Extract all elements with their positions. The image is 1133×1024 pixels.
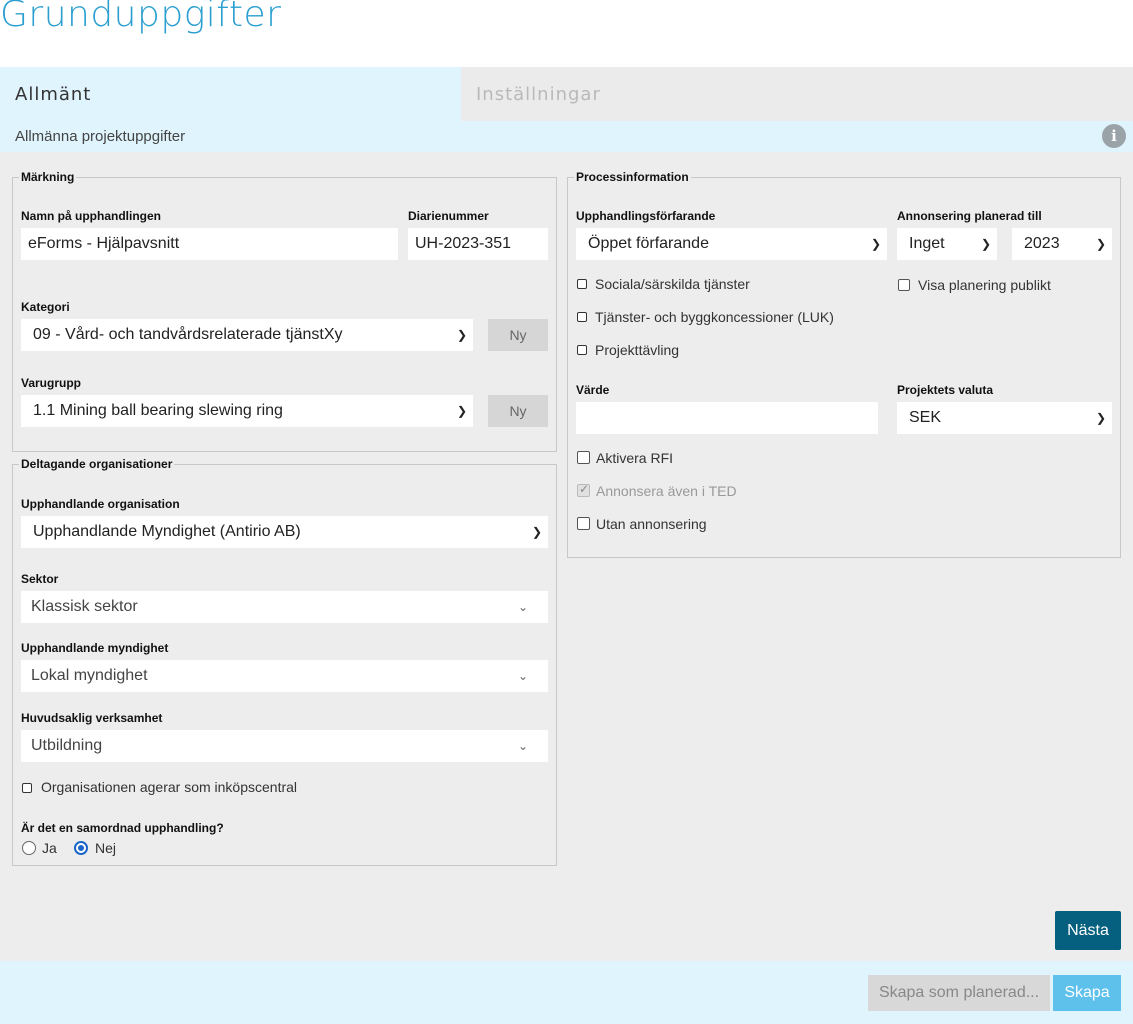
chevron-down-icon: ⌄: [517, 600, 528, 614]
category-select-value: 09 - Vård- och tandvårdsrelaterade tjäns…: [33, 326, 343, 343]
announcement-period-value: Inget: [909, 235, 945, 252]
procurement-name-input[interactable]: eForms - Hjälpavsnitt: [21, 228, 398, 260]
organisations-legend: Deltagande organisationer: [19, 457, 175, 471]
create-as-planned-button[interactable]: Skapa som planerad...: [868, 975, 1050, 1011]
category-label: Kategori: [21, 300, 70, 314]
coordinated-no-label: Nej: [95, 840, 117, 856]
goods-group-select-value: 1.1 Mining ball bearing slewing ring: [33, 402, 283, 419]
procedure-select[interactable]: Öppet förfarande ❯: [576, 228, 887, 260]
chevron-down-icon: ❯: [456, 328, 467, 342]
procedure-value: Öppet förfarande: [588, 235, 709, 252]
procedure-label: Upphandlingsförfarande: [576, 209, 716, 223]
contracting-org-value: Upphandlande Myndighet (Antirio AB): [33, 523, 301, 540]
goods-group-select[interactable]: 1.1 Mining ball bearing slewing ring ❯: [21, 395, 473, 427]
value-label: Värde: [576, 383, 610, 397]
activate-rfi-checkbox[interactable]: [577, 451, 590, 464]
central-purchasing-checkbox[interactable]: [22, 783, 32, 793]
process-fieldset: Processinformation Upphandlingsförfarand…: [567, 170, 1121, 558]
activate-rfi-label: Aktivera RFI: [596, 450, 674, 466]
authority-select[interactable]: Lokal myndighet ⌄: [21, 660, 548, 692]
show-public-checkbox[interactable]: [898, 279, 910, 291]
chevron-down-icon: ⌄: [517, 669, 528, 683]
main-activity-select[interactable]: Utbildning ⌄: [21, 730, 548, 762]
create-button[interactable]: Skapa: [1053, 975, 1121, 1011]
section-header: Allmänna projektuppgifter: [0, 121, 1133, 152]
sector-label: Sektor: [21, 572, 59, 586]
value-input[interactable]: [576, 402, 878, 434]
central-purchasing-label: Organisationen agerar som inköpscentral: [41, 779, 298, 795]
new-category-button[interactable]: Ny: [488, 319, 548, 351]
design-contest-checkbox[interactable]: [577, 345, 587, 355]
announce-ted-checkbox: [577, 482, 590, 497]
announcement-year-select[interactable]: 2023 ❯: [1012, 228, 1112, 260]
design-contest-label: Projekttävling: [595, 342, 680, 358]
diary-number-label: Diarienummer: [408, 209, 489, 223]
chevron-down-icon: ❯: [1095, 237, 1106, 251]
info-icon[interactable]: i: [1102, 124, 1126, 148]
tab-general[interactable]: Allmänt: [0, 67, 461, 121]
form-area: Märkning Namn på upphandlingen eForms - …: [0, 152, 1133, 961]
section-title: Allmänna projektuppgifter: [15, 128, 186, 145]
authority-value: Lokal myndighet: [31, 667, 148, 684]
process-legend: Processinformation: [574, 170, 691, 184]
social-services-label: Sociala/särskilda tjänster: [595, 276, 750, 292]
page-title: Grunduppgifter: [0, 0, 282, 35]
next-button[interactable]: Nästa: [1055, 911, 1121, 950]
new-goods-group-button[interactable]: Ny: [488, 395, 548, 427]
concessions-checkbox[interactable]: [577, 312, 587, 322]
currency-value: SEK: [909, 409, 942, 426]
no-announcement-label: Utan annonsering: [596, 516, 707, 532]
coordinated-no-radio[interactable]: [74, 841, 88, 855]
authority-label: Upphandlande myndighet: [21, 641, 169, 655]
name-label: Namn på upphandlingen: [21, 209, 161, 223]
tab-bar: Allmänt Inställningar: [0, 67, 1133, 121]
organisations-fieldset: Deltagande organisationer Upphandlande o…: [12, 457, 557, 866]
no-announcement-checkbox[interactable]: [577, 517, 590, 530]
coordinated-question: Är det en samordnad upphandling?: [21, 821, 224, 835]
contracting-org-select[interactable]: Upphandlande Myndighet (Antirio AB) ❯: [21, 516, 548, 548]
concessions-label: Tjänster- och byggkoncessioner (LUK): [595, 309, 834, 325]
coordinated-yes-radio[interactable]: [22, 841, 36, 855]
currency-select[interactable]: SEK ❯: [897, 402, 1112, 434]
main-activity-label: Huvudsaklig verksamhet: [21, 711, 163, 725]
marking-legend: Märkning: [19, 170, 77, 184]
marking-fieldset: Märkning Namn på upphandlingen eForms - …: [12, 170, 557, 452]
show-public-label: Visa planering publikt: [918, 277, 1051, 293]
main-activity-value: Utbildning: [31, 737, 103, 754]
chevron-down-icon: ❯: [870, 237, 881, 251]
social-services-checkbox[interactable]: [577, 279, 587, 289]
announce-ted-label: Annonsera även i TED: [596, 483, 737, 499]
contracting-org-label: Upphandlande organisation: [21, 497, 180, 511]
sector-value: Klassisk sektor: [31, 598, 138, 615]
announcement-label: Annonsering planerad till: [897, 209, 1042, 223]
chevron-down-icon: ❯: [980, 237, 991, 251]
tab-settings[interactable]: Inställningar: [461, 67, 1133, 121]
chevron-down-icon: ⌄: [517, 739, 528, 753]
goods-group-label: Varugrupp: [21, 376, 82, 390]
announcement-year-value: 2023: [1024, 235, 1060, 252]
currency-label: Projektets valuta: [897, 383, 994, 397]
category-select[interactable]: 09 - Vård- och tandvårdsrelaterade tjäns…: [21, 319, 473, 351]
diary-number-input[interactable]: UH-2023-351: [408, 228, 548, 260]
chevron-down-icon: ❯: [531, 525, 542, 539]
coordinated-yes-label: Ja: [42, 840, 57, 856]
announcement-period-select[interactable]: Inget ❯: [897, 228, 997, 260]
sector-select[interactable]: Klassisk sektor ⌄: [21, 591, 548, 623]
chevron-down-icon: ❯: [1095, 411, 1106, 425]
chevron-down-icon: ❯: [456, 404, 467, 418]
